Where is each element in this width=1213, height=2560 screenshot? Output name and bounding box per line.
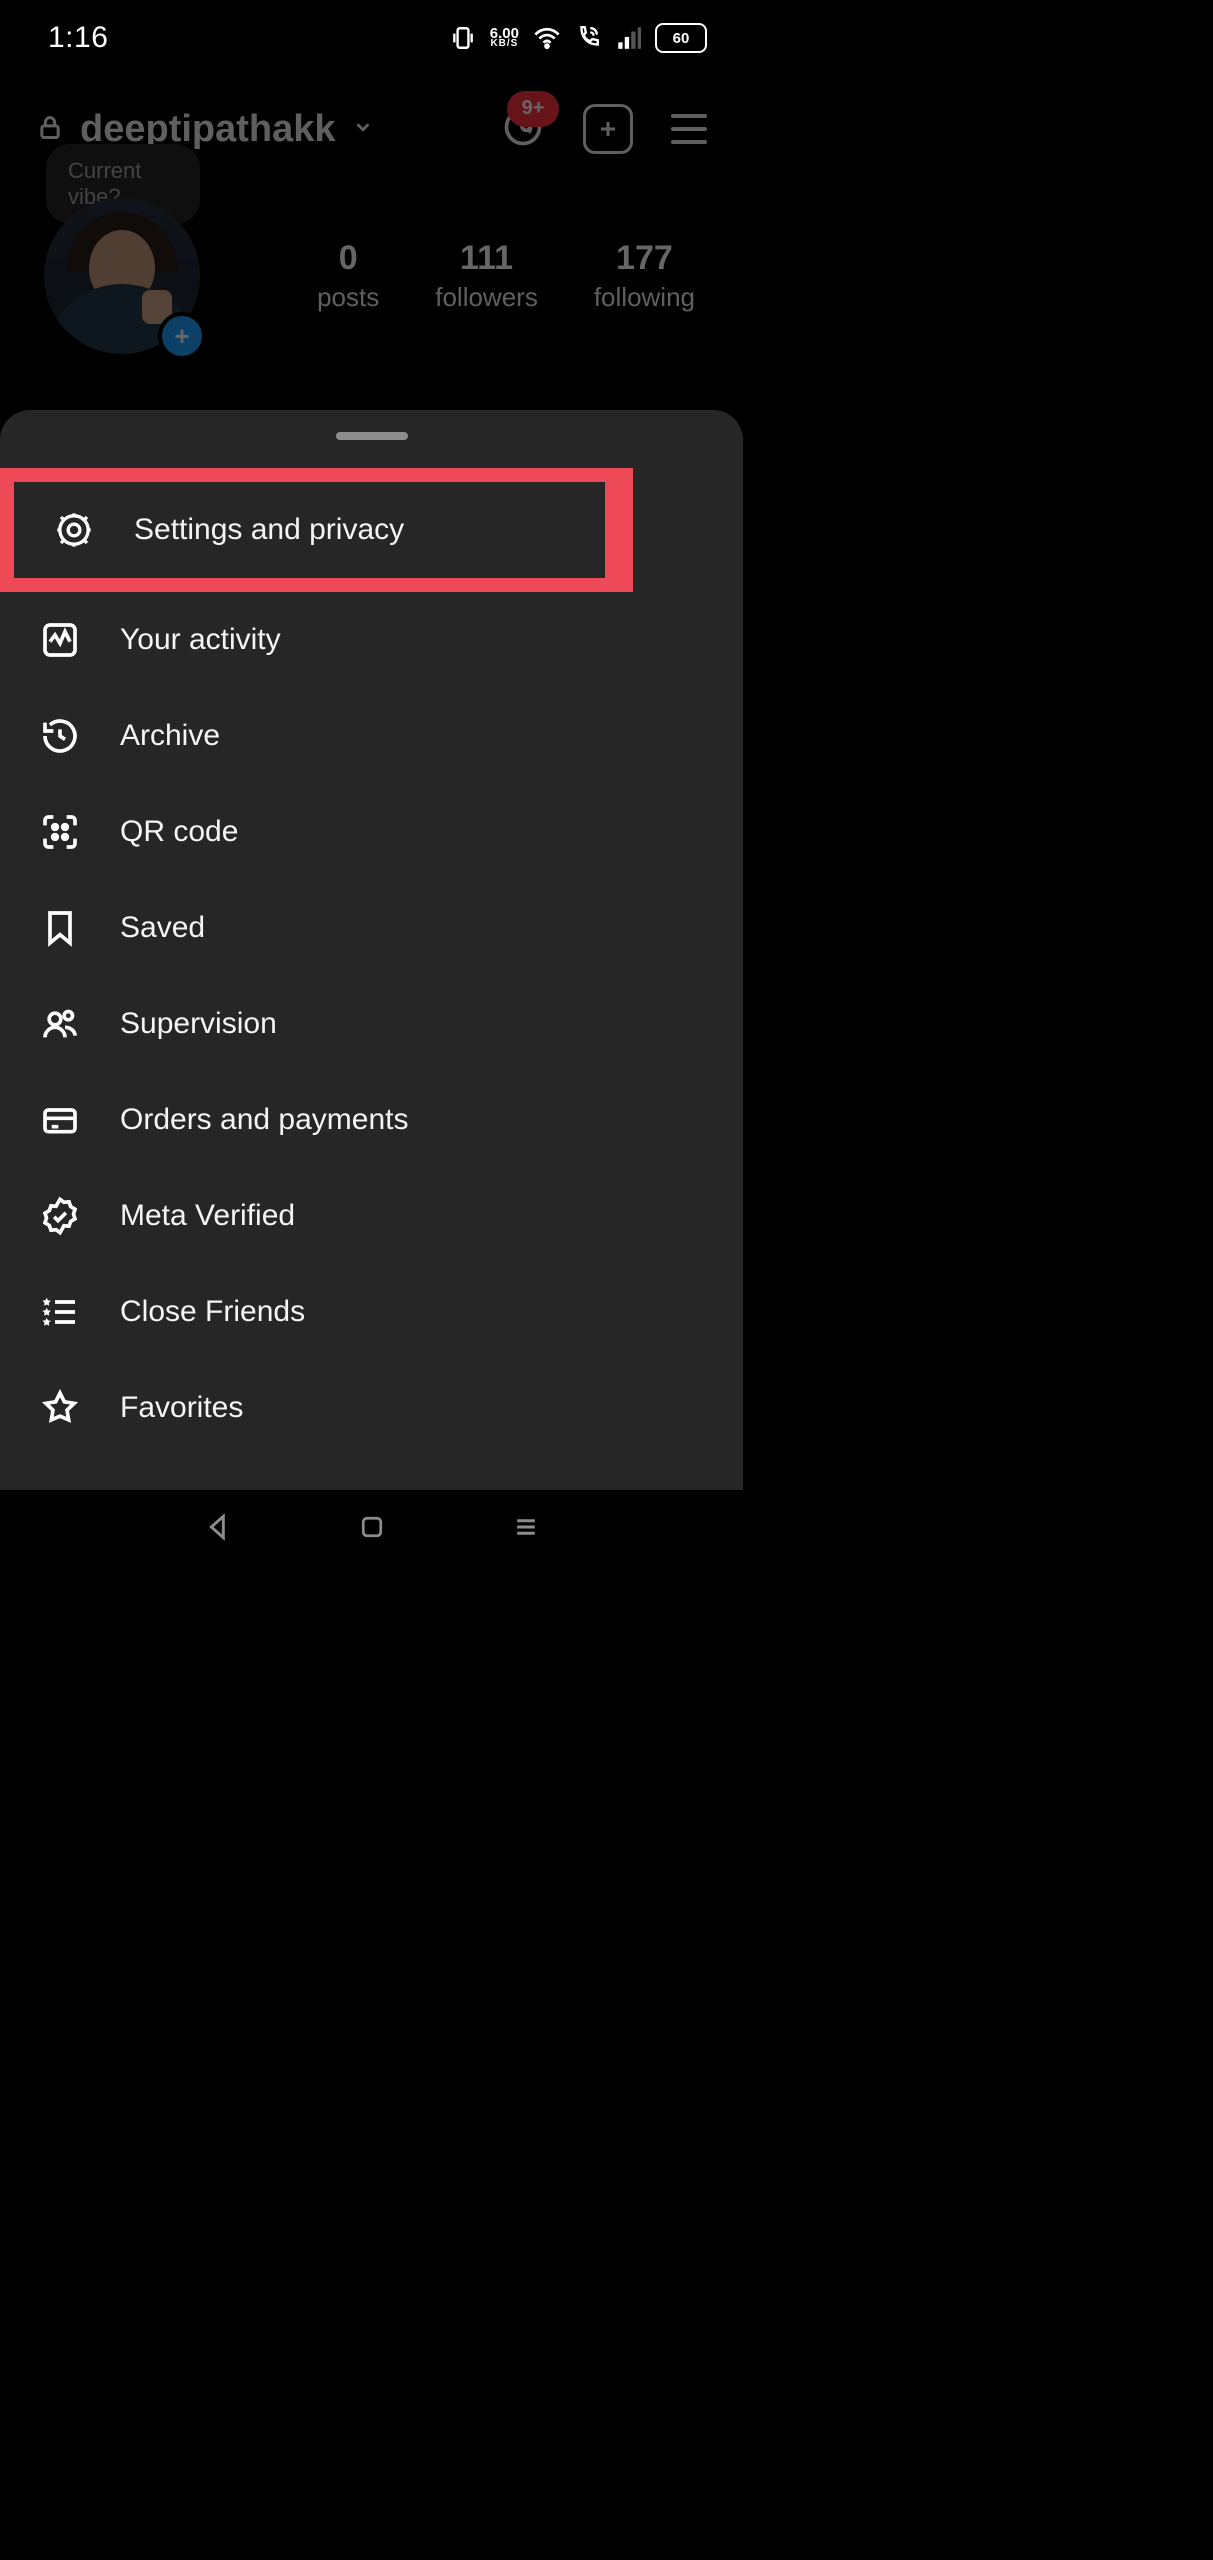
- threads-button[interactable]: 9+: [501, 105, 545, 154]
- menu-item-orders[interactable]: Orders and payments: [0, 1072, 743, 1168]
- menu-item-close-friends[interactable]: Close Friends: [0, 1264, 743, 1360]
- stat-followers[interactable]: 111 followers: [435, 239, 538, 313]
- menu-item-settings[interactable]: Settings and privacy: [14, 482, 605, 578]
- menu-item-label: Your activity: [120, 623, 281, 657]
- menu-item-qrcode[interactable]: QR code: [0, 784, 743, 880]
- menu-item-label: Close Friends: [120, 1295, 305, 1329]
- volte-icon: [575, 25, 601, 51]
- chevron-down-icon: [352, 116, 374, 143]
- data-rate: 6.00 KB/S: [490, 28, 519, 48]
- close-friends-icon: [38, 1290, 82, 1334]
- vibrate-icon: [450, 25, 476, 51]
- create-button[interactable]: [583, 104, 633, 154]
- nav-recents-button[interactable]: [511, 1512, 541, 1547]
- menu-item-label: Settings and privacy: [134, 513, 404, 547]
- menu-item-saved[interactable]: Saved: [0, 880, 743, 976]
- card-icon: [38, 1098, 82, 1142]
- threads-badge: 9+: [507, 91, 559, 127]
- add-story-button[interactable]: +: [158, 312, 206, 360]
- verified-icon: [38, 1194, 82, 1238]
- battery-indicator: 60: [655, 23, 707, 53]
- gear-icon: [52, 508, 96, 552]
- menu-item-label: Supervision: [120, 1007, 277, 1041]
- menu-item-archive[interactable]: Archive: [0, 688, 743, 784]
- status-time: 1:16: [48, 21, 108, 55]
- bookmark-icon: [38, 906, 82, 950]
- menu-item-label: QR code: [120, 815, 238, 849]
- nav-home-button[interactable]: [357, 1512, 387, 1547]
- wifi-icon: [533, 24, 561, 52]
- options-bottom-sheet: Settings and privacy Your activity: [0, 410, 743, 1490]
- menu-item-activity[interactable]: Your activity: [0, 592, 743, 688]
- menu-item-meta-verified[interactable]: Meta Verified: [0, 1168, 743, 1264]
- menu-item-favorites[interactable]: Favorites: [0, 1360, 743, 1456]
- menu-item-supervision[interactable]: Supervision: [0, 976, 743, 1072]
- status-bar: 1:16 6.00 KB/S: [0, 0, 743, 76]
- menu-item-label: Saved: [120, 911, 205, 945]
- nav-back-button[interactable]: [202, 1511, 234, 1548]
- menu-button[interactable]: [671, 114, 707, 144]
- menu-item-label: Archive: [120, 719, 220, 753]
- android-nav-bar: [0, 1490, 743, 1568]
- supervision-icon: [38, 1002, 82, 1046]
- stat-following[interactable]: 177 following: [594, 239, 695, 313]
- lock-icon: [36, 113, 64, 146]
- menu-item-label: Orders and payments: [120, 1103, 408, 1137]
- activity-icon: [38, 618, 82, 662]
- signal-icon: [615, 25, 641, 51]
- stat-posts[interactable]: 0 posts: [317, 239, 379, 313]
- profile-header-dimmed: deeptipathakk 9+: [0, 80, 743, 420]
- highlight-settings-privacy: Settings and privacy: [0, 468, 633, 592]
- menu-item-label: Favorites: [120, 1391, 243, 1425]
- qrcode-icon: [38, 810, 82, 854]
- star-icon: [38, 1386, 82, 1430]
- menu-item-label: Meta Verified: [120, 1199, 295, 1233]
- archive-icon: [38, 714, 82, 758]
- sheet-handle[interactable]: [336, 432, 408, 440]
